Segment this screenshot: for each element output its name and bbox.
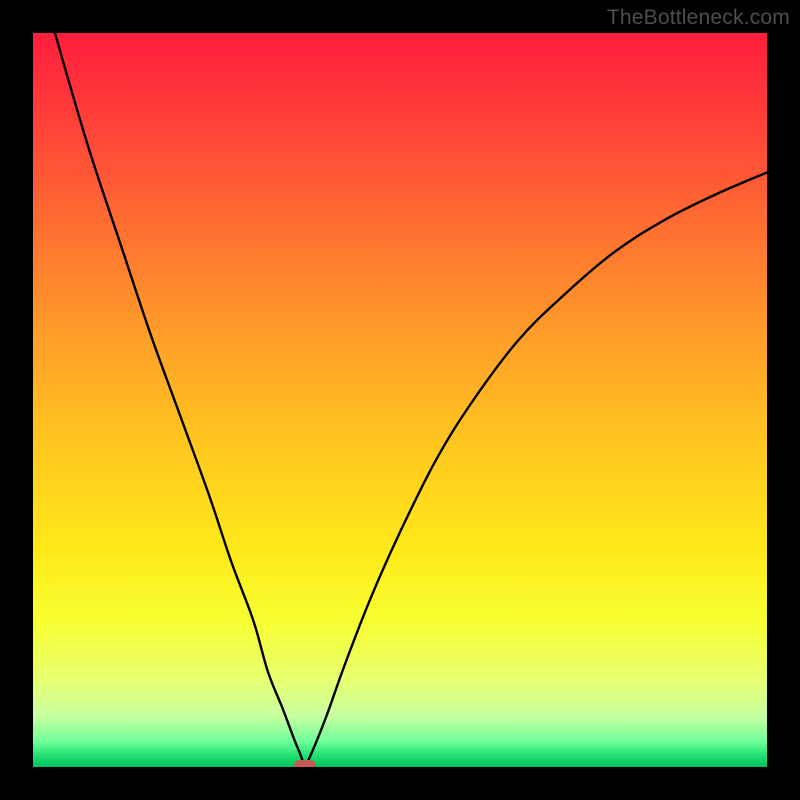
plot-area <box>33 33 767 767</box>
watermark-text: TheBottleneck.com <box>607 6 790 30</box>
chart-frame: TheBottleneck.com <box>0 0 800 800</box>
optimal-marker <box>294 760 316 768</box>
bottleneck-curve <box>33 33 767 767</box>
